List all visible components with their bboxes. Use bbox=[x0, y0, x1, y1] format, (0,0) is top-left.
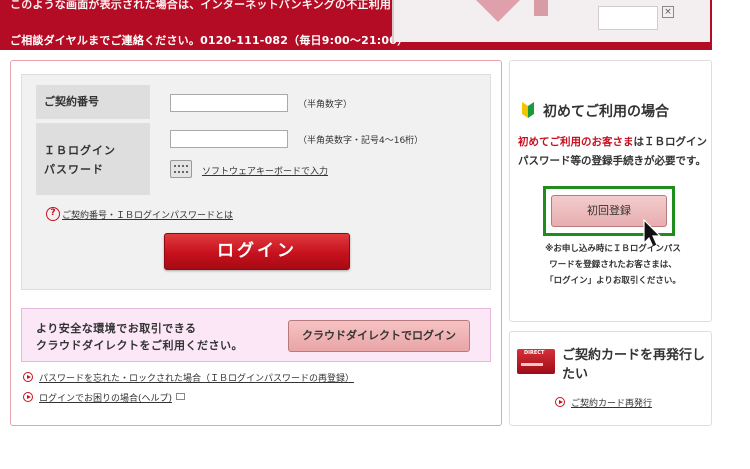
banner-text-line2: ご相談ダイヤルまでご連絡ください。0120-111-082（毎日9:00〜21:… bbox=[10, 34, 409, 47]
login-form: ご契約番号 （半角数字） ＩＢログイン パスワード （半角英数字・記号4〜16桁… bbox=[21, 74, 491, 290]
promo-image: × bbox=[392, 0, 710, 42]
arrow-circle-icon bbox=[23, 372, 33, 382]
first-time-note-line1: ※お申し込み時にＩＢログインパス bbox=[545, 244, 681, 254]
ib-password-hint: （半角英数字・記号4〜16桁） bbox=[298, 136, 424, 146]
first-time-note: ※お申し込み時にＩＢログインパス ワードを登録されたお客さまは、 「ログイン」よ… bbox=[518, 241, 708, 289]
first-time-title: 初めてご利用の場合 bbox=[543, 104, 669, 120]
login-help-link[interactable]: ログインでお困りの場合(ヘルプ) bbox=[23, 391, 186, 404]
arrow-circle-icon bbox=[23, 392, 33, 402]
keyboard-icon[interactable] bbox=[170, 160, 192, 178]
card-reissue-panel: ご契約カードを再発行したい ご契約カード再発行 bbox=[509, 331, 712, 426]
arrow-circle-icon bbox=[555, 397, 565, 407]
first-time-note-line2: ワードを登録されたお客さまは、 bbox=[549, 260, 677, 270]
card-reissue-title: ご契約カードを再発行したい bbox=[562, 348, 706, 382]
ib-password-label: ＩＢログイン パスワード bbox=[36, 123, 150, 195]
login-button[interactable]: ログイン bbox=[164, 233, 350, 270]
login-panel: ご契約番号 （半角数字） ＩＢログイン パスワード （半角英数字・記号4〜16桁… bbox=[10, 60, 502, 426]
login-help-link-text[interactable]: ログインでお困りの場合(ヘルプ) bbox=[39, 394, 172, 404]
software-keyboard-link[interactable]: ソフトウェアキーボードで入力 bbox=[202, 164, 328, 177]
close-icon[interactable]: × bbox=[662, 6, 674, 18]
promo-decoration bbox=[534, 0, 548, 16]
ib-password-label-line2: パスワード bbox=[44, 163, 104, 176]
contract-number-input[interactable] bbox=[170, 94, 288, 112]
forgot-password-link[interactable]: パスワードを忘れた・ロックされた場合（ＩＢログインパスワードの再登録） bbox=[23, 371, 354, 384]
first-time-description: 初めてご利用のお客さまはＩＢログインパスワード等の登録手続きが必要です。 bbox=[518, 133, 708, 171]
ib-password-label-line1: ＩＢログイン bbox=[44, 144, 116, 157]
promo-decoration bbox=[476, 0, 520, 22]
first-time-note-line3: 「ログイン」よりお取引ください。 bbox=[545, 276, 681, 286]
promo-button[interactable] bbox=[598, 6, 658, 30]
external-window-icon bbox=[176, 393, 186, 400]
ib-password-input[interactable] bbox=[170, 130, 288, 148]
alert-banner: このような画面が表示された場合は、インターネットバンキングの不正利用 ご相談ダイ… bbox=[0, 0, 712, 50]
cloud-direct-text: より安全な環境でお取引できる クラウドダイレクトをご利用ください。 bbox=[36, 320, 243, 354]
card-reissue-link-text[interactable]: ご契約カード再発行 bbox=[571, 399, 652, 409]
first-time-desc-highlight: 初めてご利用のお客さま bbox=[518, 136, 634, 148]
contract-number-hint: （半角数字） bbox=[298, 100, 353, 110]
card-reissue-link[interactable]: ご契約カード再発行 bbox=[555, 396, 652, 409]
cloud-direct-box: より安全な環境でお取引できる クラウドダイレクトをご利用ください。 クラウドダイ… bbox=[21, 308, 491, 362]
question-icon: ? bbox=[46, 207, 60, 221]
what-is-link[interactable]: ご契約番号・ＩＢログインパスワードとは bbox=[62, 208, 233, 221]
cloud-direct-text-line1: より安全な環境でお取引できる bbox=[36, 322, 197, 335]
beginner-mark-icon bbox=[522, 102, 534, 118]
card-icon bbox=[517, 349, 555, 374]
cloud-direct-login-button[interactable]: クラウドダイレクトでログイン bbox=[288, 320, 470, 352]
first-time-panel: 初めてご利用の場合 初めてご利用のお客さまはＩＢログインパスワード等の登録手続き… bbox=[509, 60, 712, 322]
cloud-direct-text-line2: クラウドダイレクトをご利用ください。 bbox=[36, 339, 243, 352]
banner-text-line1: このような画面が表示された場合は、インターネットバンキングの不正利用 bbox=[10, 0, 392, 11]
forgot-password-link-text[interactable]: パスワードを忘れた・ロックされた場合（ＩＢログインパスワードの再登録） bbox=[39, 374, 354, 384]
contract-number-label: ご契約番号 bbox=[36, 85, 150, 119]
